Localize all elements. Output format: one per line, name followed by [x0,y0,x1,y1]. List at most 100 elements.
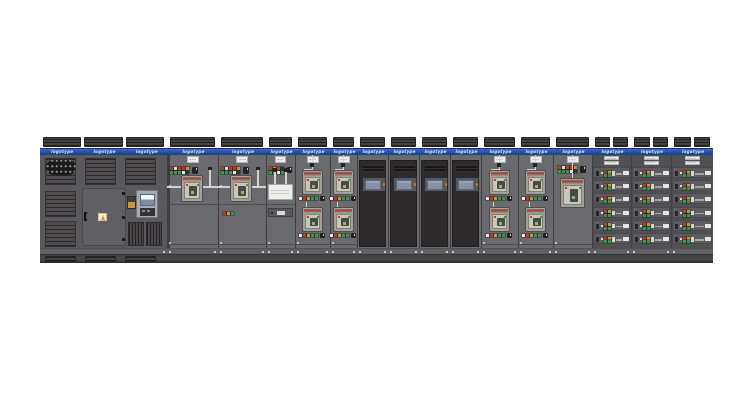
feeder-breaker [691,184,694,189]
led-indicator [538,234,541,237]
led-indicator [687,200,690,203]
acb-face [528,214,543,229]
led-indicator [334,234,337,237]
hinge-dot [122,192,125,195]
feeder-tag [705,224,711,228]
vent-louver-panel [85,158,116,185]
hood-vent [360,137,385,147]
feeder-handle [596,211,599,216]
mimic-bus-line [655,199,662,201]
feeder-dot [640,238,642,240]
feeder-tag [663,171,669,175]
acb-breaker [525,207,546,232]
vent-louver-panel [146,222,162,246]
feeder-breaker [612,197,615,202]
led-indicator [338,234,341,237]
led-indicator [299,234,302,237]
led-indicator [608,240,611,243]
hood-vent [674,137,691,147]
led-indicator [522,197,525,200]
rail-dot [520,251,522,253]
led-indicator [534,234,537,237]
feeder-tag [663,184,669,188]
doc-pocket [187,156,199,163]
feeder-breaker [612,211,615,216]
mimic-junction-dot [169,242,171,244]
section-mcc-3 [671,155,713,248]
mimic-bus-line [695,226,704,228]
feeder-row [672,220,712,231]
hmi-door [421,160,448,247]
led-indicator [342,197,345,200]
feeder-dot [640,212,642,214]
riser-connector [273,168,277,172]
plinth-vent [85,256,116,262]
doc-pocket [644,161,659,165]
led-indicator [330,197,333,200]
acb-top-strip [527,172,544,176]
mimic-junction-dot [332,242,334,244]
acb-mechanism [497,218,505,226]
brand-logo: logotype [602,150,622,154]
mimic-bus-line [695,173,704,175]
rail-dot [297,251,299,253]
hmi-led-orange [445,183,448,186]
led-indicator [231,212,234,215]
meter-box [543,233,548,238]
meter-dot [546,234,548,236]
feeder-row [593,193,630,204]
brand-logo: logotype [303,150,323,154]
hmi-screen [458,180,474,190]
led-indicator [346,197,349,200]
led-indicator [498,234,501,237]
feeder-handle [675,171,678,176]
hood-vent [694,137,711,147]
feeder-tag [705,211,711,215]
meter-dot [290,168,292,170]
plinth-vent [45,256,76,262]
feeder-breaker [691,224,694,229]
brand-logo: logotype [682,150,702,154]
section-mcc-1 [592,155,631,248]
feeder-dot [601,198,603,200]
led-indicator [170,171,173,174]
acb-face [233,182,249,199]
rail-dot [555,251,557,253]
mimic-bus-line [616,199,622,201]
feeder-handle [596,237,599,242]
led-indicator [647,174,650,177]
section-metering-section [266,155,295,248]
led-indicator [490,197,493,200]
door-handle [84,212,87,221]
feeder-dot [680,225,682,227]
led-indicator [346,234,349,237]
meter-box [320,233,325,238]
display-keys [140,208,155,216]
led-indicator [647,227,650,230]
feeder-row [593,167,630,178]
led-indicator [178,167,181,170]
led-indicator [530,197,533,200]
acb-top-strip [527,209,544,213]
feeder-row [593,207,630,218]
acb-mechanism [238,186,246,196]
brand-logo: logotype [334,150,354,154]
feeder-tag [623,197,629,201]
panel-seam [266,244,295,245]
feeder-handle [596,184,599,189]
led-indicator [486,197,489,200]
feeder-dot [601,185,603,187]
mimic-bus-line [616,173,622,175]
hood-vent [221,137,263,147]
led-indicator [562,166,565,169]
mimic-bus-line [655,239,662,241]
panel-seam [167,204,218,205]
acb-breaker [302,207,323,232]
drawout-unit [268,208,293,217]
brand-logo: logotype [183,150,203,154]
door-vent-grille [456,165,477,172]
mimic-junction-dot [297,242,299,244]
brand-logo: logotype [136,150,156,154]
feeder-dot [640,172,642,174]
feeder-tag [705,171,711,175]
